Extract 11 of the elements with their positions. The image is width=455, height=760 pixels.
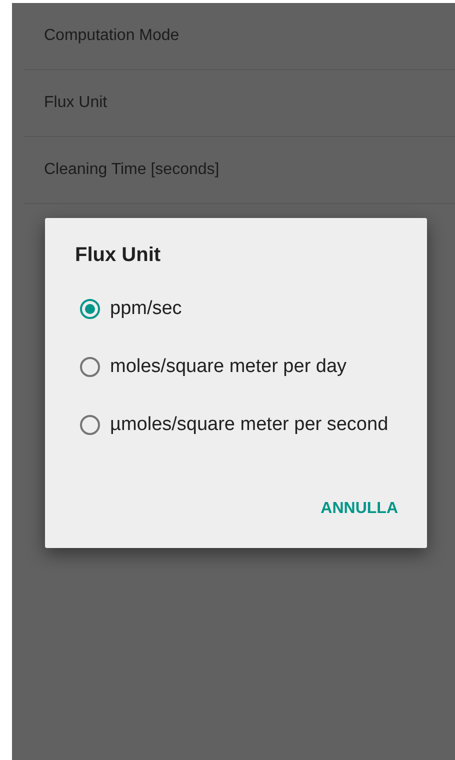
radio-button[interactable] [80, 357, 100, 377]
settings-item[interactable]: Computation Mode [24, 3, 455, 70]
option-label[interactable]: µmoles/square meter per second [110, 414, 390, 436]
radio-button[interactable] [80, 415, 100, 435]
option-label[interactable]: ppm/sec [110, 298, 390, 320]
option-label[interactable]: moles/square meter per day [110, 356, 390, 378]
dialog-title: Flux Unit [75, 244, 162, 267]
settings-item[interactable]: Cleaning Time [seconds] [24, 137, 455, 204]
settings-item[interactable]: Flux Unit [24, 70, 455, 137]
radio-button[interactable] [80, 299, 100, 319]
cancel-button[interactable]: ANNULLA [320, 494, 398, 524]
